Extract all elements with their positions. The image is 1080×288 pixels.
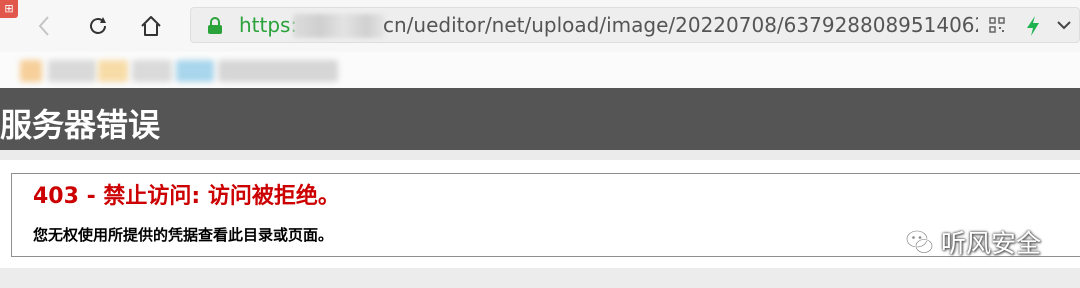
browser-toolbar: ⊞ https: cn/ueditor/net/upload/image/202… bbox=[0, 0, 1080, 52]
error-header: 服务器错误 bbox=[0, 88, 1080, 150]
home-icon bbox=[141, 16, 161, 36]
app-logo-icon: ⊞ bbox=[0, 0, 18, 18]
bookmarks-bar bbox=[0, 52, 1080, 88]
error-code-heading: 403 - 禁止访问: 访问被拒绝。 bbox=[33, 184, 340, 209]
bookmark-item[interactable] bbox=[48, 60, 96, 82]
reload-button[interactable] bbox=[84, 12, 112, 40]
bookmark-item[interactable] bbox=[98, 60, 128, 82]
bookmark-item[interactable] bbox=[132, 60, 172, 82]
page-footer-band bbox=[0, 268, 1080, 288]
back-arrow-icon bbox=[38, 16, 49, 36]
reload-icon bbox=[90, 17, 106, 34]
qr-code-icon[interactable] bbox=[989, 17, 1005, 33]
bookmark-item[interactable] bbox=[218, 60, 338, 82]
chevron-down-icon[interactable] bbox=[1057, 20, 1071, 30]
error-description: 您无权使用所提供的凭据查看此目录或页面。 bbox=[33, 226, 334, 244]
separator bbox=[0, 150, 1080, 160]
bookmark-item[interactable] bbox=[20, 60, 42, 82]
home-button[interactable] bbox=[137, 12, 165, 40]
url-scheme: https: bbox=[239, 13, 298, 37]
address-bar[interactable]: https: cn/ueditor/net/upload/image/20220… bbox=[190, 7, 1080, 43]
lock-icon bbox=[208, 17, 222, 34]
url-domain-redacted bbox=[293, 14, 385, 38]
back-button[interactable] bbox=[30, 12, 58, 40]
watermark-text: 听风安全 bbox=[941, 229, 1042, 258]
watermark: 听风安全 bbox=[905, 224, 1041, 260]
page-title: 服务器错误 bbox=[0, 106, 161, 144]
bookmark-item[interactable] bbox=[176, 60, 214, 82]
wechat-icon bbox=[905, 229, 934, 254]
lightning-icon[interactable] bbox=[1025, 15, 1041, 37]
url-path: cn/ueditor/net/upload/image/20220708/637… bbox=[383, 13, 978, 37]
